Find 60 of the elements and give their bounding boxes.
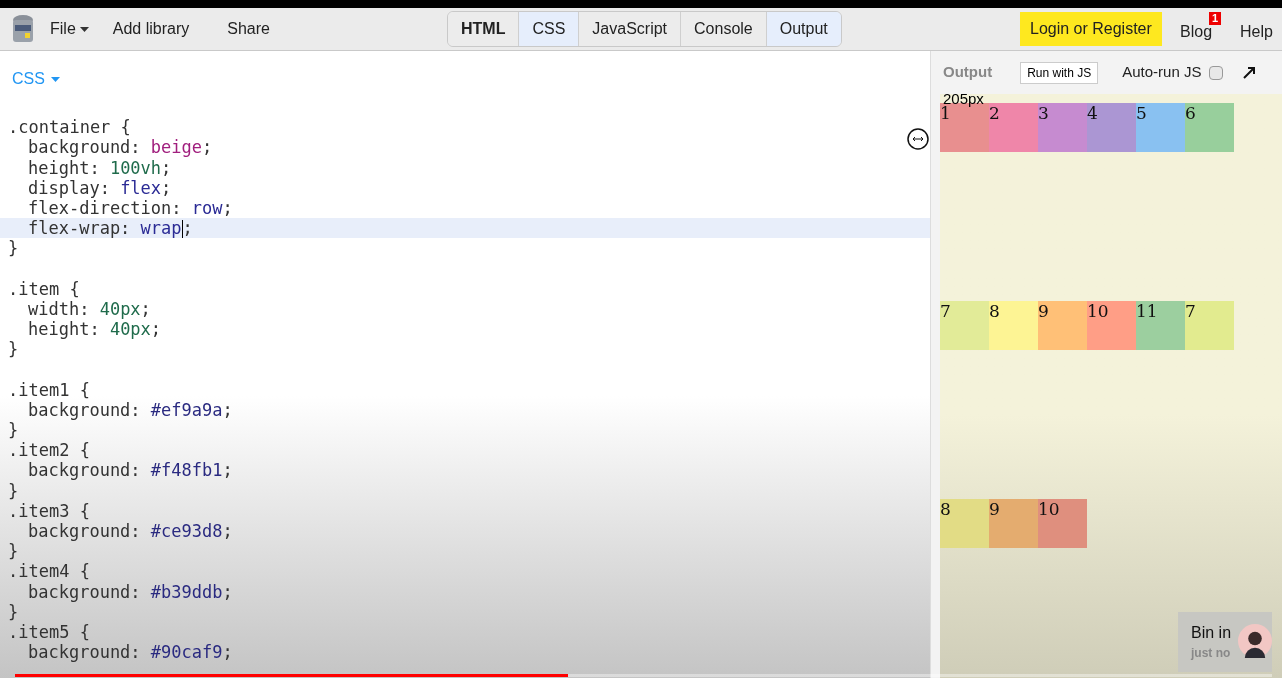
code-line: .item5 { (7, 621, 90, 643)
code-line: background: #ef9a9a; (27, 399, 233, 420)
menu-item[interactable]: Share (227, 17, 270, 41)
code-line: .item1 { (7, 379, 90, 400)
panel-tab[interactable]: Output (765, 12, 841, 46)
code-line: } (7, 420, 19, 441)
avatar-icon (1238, 624, 1272, 658)
code-line: } (7, 541, 19, 562)
code-line: .item2 { (7, 440, 90, 461)
code-line: .item3 { (7, 500, 90, 521)
expand-arrow-icon[interactable] (1243, 66, 1257, 79)
flex-item: 2 (989, 103, 1038, 152)
code-line: } (7, 601, 19, 622)
flex-item: 10 (1038, 499, 1087, 548)
output-title: Output (943, 62, 993, 83)
flex-item: 3 (1038, 103, 1087, 152)
file-menu[interactable]: File (50, 17, 89, 41)
code-line: background: #f48fb1; (27, 460, 233, 481)
flex-item: 5 (1136, 103, 1185, 152)
flex-item: 9 (1038, 301, 1087, 350)
code-line: height: 40px; (27, 319, 162, 340)
panel-tab[interactable]: CSS (518, 12, 579, 46)
code-line: background: #b39ddb; (27, 581, 233, 602)
trash-can-logo-icon[interactable] (12, 14, 34, 44)
code-line: .item { (7, 278, 80, 299)
flex-item: 11 (1136, 301, 1185, 350)
code-line: } (7, 238, 19, 259)
code-line: background: #ce93d8; (27, 520, 233, 542)
code-line: background: #90caf9; (27, 642, 233, 663)
notification-time: just no (1191, 645, 1231, 662)
autorun-label: Auto-run JS (1122, 62, 1202, 83)
notification-toast[interactable]: Bin in just no (1178, 612, 1272, 672)
flex-item: 8 (989, 301, 1038, 350)
code-line: display: flex; (27, 177, 172, 198)
code-line: flex-direction: row; (27, 197, 233, 219)
flex-item: 7 (1185, 301, 1234, 350)
code-line: .item4 { (7, 561, 90, 582)
flex-item: 6 (1185, 103, 1234, 152)
code-line: height: 100vh; (27, 157, 172, 178)
flex-item: 8 (940, 499, 989, 548)
resize-handle-icon[interactable] (907, 128, 929, 150)
code-line: } (7, 480, 19, 501)
autorun-checkbox[interactable] (1209, 65, 1224, 80)
caret-icon (79, 26, 89, 32)
code-line: .container { (7, 117, 131, 138)
run-button[interactable]: Run with JS (1020, 61, 1099, 84)
video-progress-bar[interactable] (15, 674, 1272, 677)
flex-item: 10 (1087, 301, 1136, 350)
notification-title: Bin in (1191, 623, 1232, 643)
code-line: width: 40px; (27, 298, 151, 320)
flex-item: 7 (940, 301, 989, 350)
notification-badge: 1 (1209, 12, 1222, 25)
login-button[interactable]: Login or Register (1020, 12, 1162, 46)
flex-item: 4 (1087, 103, 1136, 152)
flex-item: 9 (989, 499, 1038, 548)
caret-icon (50, 76, 60, 82)
help-link[interactable]: Help (1240, 20, 1273, 44)
code-line: } (7, 339, 19, 360)
menu-item[interactable]: Add library (112, 17, 190, 41)
code-line: background: beige; (27, 137, 213, 158)
